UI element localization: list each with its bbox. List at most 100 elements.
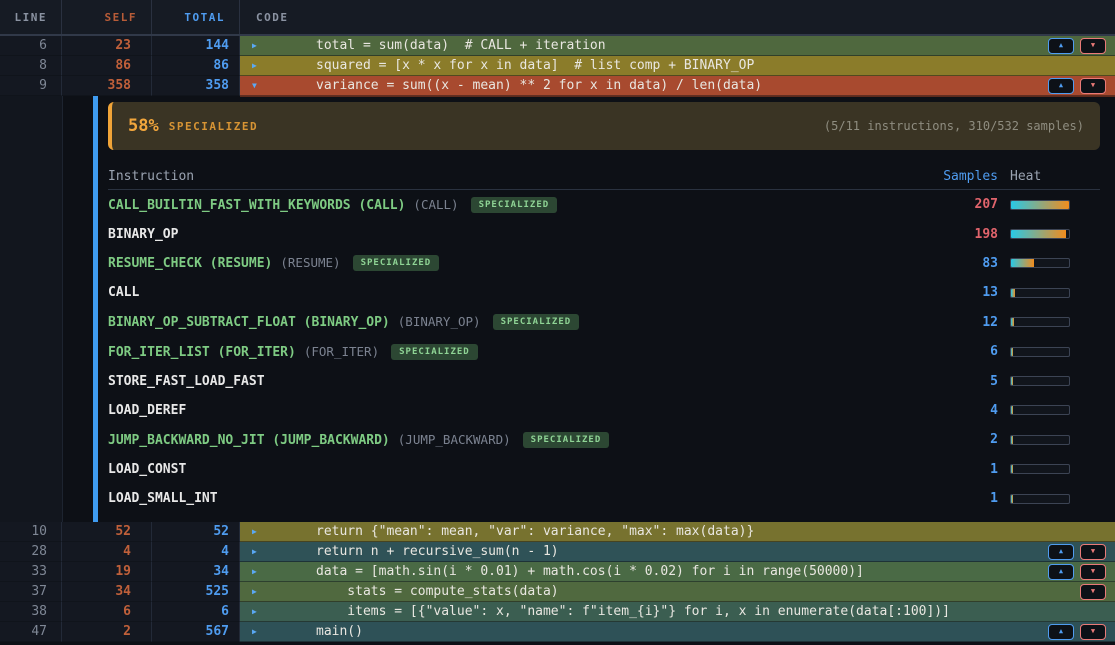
specialization-summary: 58% SPECIALIZED (5/11 instructions, 310/… [108,102,1100,150]
code-row[interactable]: 105252▶return {"mean": mean, "var": vari… [0,522,1115,542]
column-header-self[interactable]: SELF [62,0,152,34]
heat-bar-fill [1011,318,1014,326]
jump-up-button[interactable]: ▲ [1048,78,1074,94]
total-samples: 34 [152,562,240,582]
code-cell[interactable]: ▶ stats = compute_stats(data)▼ [240,582,1115,602]
profiler-window: LINE SELF TOTAL CODE 623144▶total = sum(… [0,0,1115,645]
samples-column-header[interactable]: Samples [908,169,998,184]
jump-up-button[interactable]: ▲ [1048,564,1074,580]
total-samples: 144 [152,36,240,56]
code-row[interactable]: 9358358▼variance = sum((x - mean) ** 2 f… [0,76,1115,96]
code-row[interactable]: 3866▶ items = [{"value": x, "name": f"it… [0,602,1115,622]
code-text: return {"mean": mean, "var": variance, "… [272,524,754,539]
code-text: variance = sum((x - mean) ** 2 for x in … [272,78,762,93]
samples-value: 83 [908,256,998,271]
samples-value: 12 [908,315,998,330]
line-number: 37 [0,582,62,602]
heat-bar-fill [1011,436,1013,444]
code-row[interactable]: 623144▶total = sum(data) # CALL + iterat… [0,36,1115,56]
jump-down-button[interactable]: ▼ [1080,544,1106,560]
specialized-badge: SPECIALIZED [353,255,440,271]
code-cell[interactable]: ▶data = [math.sin(i * 0.01) + math.cos(i… [240,562,1115,582]
expand-icon[interactable]: ▶ [252,548,272,556]
jump-down-button[interactable]: ▼ [1080,624,1106,640]
heat-bar-fill [1011,289,1015,297]
code-cell[interactable]: ▼variance = sum((x - mean) ** 2 for x in… [240,76,1115,96]
line-number: 10 [0,522,62,542]
instruction-name-cell: RESUME_CHECK (RESUME)(RESUME)SPECIALIZED [108,255,896,271]
heat-bar [1010,347,1070,357]
specialized-badge: SPECIALIZED [493,314,580,330]
heat-bar [1010,494,1070,504]
specialized-badge: SPECIALIZED [391,344,478,360]
instruction-name-cell: BINARY_OP_SUBTRACT_FLOAT (BINARY_OP)(BIN… [108,314,896,330]
total-samples: 567 [152,622,240,642]
total-samples: 358 [152,76,240,96]
panel-accent-bar [93,96,98,522]
expand-icon[interactable]: ▶ [252,628,272,636]
total-samples: 525 [152,582,240,602]
instruction-row: CALL13 [108,278,1100,307]
expand-icon[interactable]: ▶ [252,528,272,536]
heat-bar-fill [1011,377,1013,385]
total-samples: 4 [152,542,240,562]
instruction-table-body: CALL_BUILTIN_FAST_WITH_KEYWORDS (CALL)(C… [108,190,1100,513]
code-cell[interactable]: ▶return n + recursive_sum(n - 1)▲▼ [240,542,1115,562]
jump-down-button[interactable]: ▼ [1080,564,1106,580]
instruction-name: STORE_FAST_LOAD_FAST [108,374,265,389]
instruction-name: BINARY_OP_SUBTRACT_FLOAT (BINARY_OP) [108,315,390,330]
heat-bar-fill [1011,348,1013,356]
nav-buttons: ▲▼ [1048,78,1115,94]
expand-icon[interactable]: ▶ [252,568,272,576]
jump-up-button[interactable]: ▲ [1048,544,1074,560]
code-row[interactable]: 3734525▶ stats = compute_stats(data)▼ [0,582,1115,602]
instruction-row: STORE_FAST_LOAD_FAST 5 [108,366,1100,395]
instruction-row: FOR_ITER_LIST (FOR_ITER)(FOR_ITER)SPECIA… [108,337,1100,366]
code-text: items = [{"value": x, "name": f"item_{i}… [272,604,950,619]
instruction-name-cell: CALL_BUILTIN_FAST_WITH_KEYWORDS (CALL)(C… [108,197,896,213]
jump-down-button[interactable]: ▼ [1080,78,1106,94]
code-cell[interactable]: ▶squared = [x * x for x in data] # list … [240,56,1115,76]
instruction-name: BINARY_OP [108,227,178,242]
heat-bar [1010,288,1070,298]
instruction-row: BINARY_OP_SUBTRACT_FLOAT (BINARY_OP)(BIN… [108,308,1100,337]
heat-bar [1010,200,1070,210]
jump-up-button[interactable]: ▲ [1048,38,1074,54]
instruction-row: LOAD_SMALL_INT1 [108,484,1100,513]
expand-icon[interactable]: ▶ [252,42,272,50]
samples-value: 198 [908,227,998,242]
code-cell[interactable]: ▶total = sum(data) # CALL + iteration▲▼ [240,36,1115,56]
code-cell[interactable]: ▶main()▲▼ [240,622,1115,642]
expand-icon[interactable]: ▶ [252,62,272,70]
instruction-row: CALL_BUILTIN_FAST_WITH_KEYWORDS (CALL)(C… [108,190,1100,219]
jump-down-button[interactable]: ▼ [1080,38,1106,54]
code-cell[interactable]: ▶return {"mean": mean, "var": variance, … [240,522,1115,542]
heat-column-header: Heat [1010,169,1070,184]
self-samples: 86 [62,56,152,76]
self-samples: 6 [62,602,152,622]
line-number: 47 [0,622,62,642]
jump-up-button[interactable]: ▲ [1048,624,1074,640]
samples-value: 207 [908,197,998,212]
instruction-row: LOAD_DEREF4 [108,396,1100,425]
code-text: squared = [x * x for x in data] # list c… [272,58,754,73]
column-header-total[interactable]: TOTAL [152,0,240,34]
jump-down-button[interactable]: ▼ [1080,584,1106,600]
heat-bar-fill [1011,465,1013,473]
expand-icon[interactable]: ▶ [252,588,272,596]
code-row[interactable]: 2844▶return n + recursive_sum(n - 1)▲▼ [0,542,1115,562]
expand-icon[interactable]: ▶ [252,608,272,616]
instruction-base-name: (CALL) [413,197,458,212]
code-cell[interactable]: ▶ items = [{"value": x, "name": f"item_{… [240,602,1115,622]
code-row[interactable]: 472567▶main()▲▼ [0,622,1115,642]
collapse-icon[interactable]: ▼ [252,82,272,90]
nav-buttons: ▲▼ [1048,38,1115,54]
samples-value: 5 [908,374,998,389]
code-rows-bottom: 105252▶return {"mean": mean, "var": vari… [0,522,1115,642]
code-row[interactable]: 331934▶data = [math.sin(i * 0.01) + math… [0,562,1115,582]
instruction-name-cell: LOAD_CONST [108,462,896,477]
code-row[interactable]: 88686▶squared = [x * x for x in data] # … [0,56,1115,76]
instruction-column-header: Instruction [108,169,896,184]
heat-bar-fill [1011,406,1013,414]
samples-value: 1 [908,491,998,506]
